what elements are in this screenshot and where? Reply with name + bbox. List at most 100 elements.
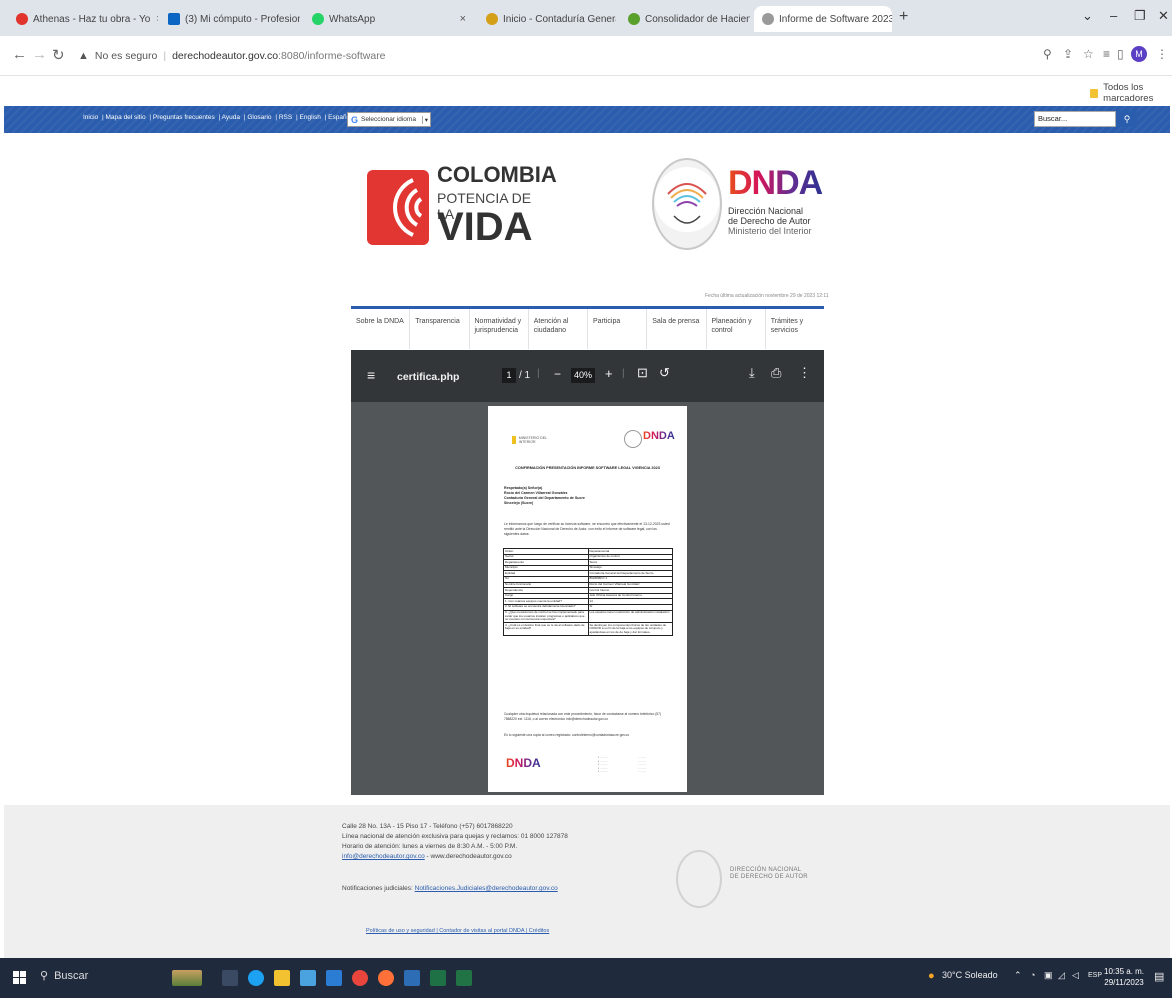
- excel-icon[interactable]: [456, 970, 472, 986]
- footer-notif-email[interactable]: Notificaciones.Judiciales@derechodeautor…: [415, 885, 558, 892]
- task-view-icon[interactable]: [222, 970, 238, 986]
- gov-link[interactable]: Glosario: [247, 114, 271, 121]
- zoom-icon[interactable]: ⚲: [1043, 47, 1052, 61]
- reading-list-icon[interactable]: ≡: [1103, 47, 1110, 61]
- back-arrow-icon[interactable]: ←: [12, 46, 27, 63]
- warning-icon[interactable]: ▲: [78, 50, 89, 62]
- close-window-button[interactable]: ✕: [1158, 8, 1169, 24]
- minimize-button[interactable]: –: [1110, 8, 1117, 23]
- store-icon[interactable]: [300, 970, 316, 986]
- notifications-icon[interactable]: ▤: [1154, 970, 1164, 983]
- new-tab-button[interactable]: +: [899, 8, 908, 26]
- weather-text[interactable]: 30°C Soleado: [942, 970, 998, 980]
- language-select[interactable]: G Seleccionar idioma ▾: [347, 112, 431, 127]
- browser-tab[interactable]: Consolidador de Hacienda e Inf ×: [620, 6, 750, 32]
- download-icon[interactable]: ⤓: [749, 365, 755, 381]
- pdf-file-name: certifica.php: [397, 371, 460, 383]
- fit-page-icon[interactable]: ⊡: [637, 365, 648, 381]
- print-icon[interactable]: ⎙: [771, 365, 781, 381]
- system-clock[interactable]: 10:35 a. m. 29/11/2023: [1104, 966, 1144, 988]
- security-label[interactable]: No es seguro: [95, 50, 157, 62]
- volume-icon[interactable]: ◁: [1072, 970, 1079, 981]
- zoom-level-input[interactable]: 40%: [571, 368, 595, 383]
- nav-item[interactable]: Planeación y control: [707, 309, 766, 349]
- gov-link[interactable]: Inicio: [83, 114, 98, 121]
- sidepanel-icon[interactable]: ▯: [1117, 47, 1124, 61]
- gov-link[interactable]: Mapa del sitio: [106, 114, 146, 121]
- menu-kebab-icon[interactable]: ⋮: [1156, 47, 1168, 61]
- chrome-icon[interactable]: [352, 970, 368, 986]
- news-widget-icon[interactable]: [172, 970, 202, 986]
- gov-link[interactable]: Ayuda: [222, 114, 240, 121]
- footer-hours: Horario de atención: lunes a viernes de …: [342, 843, 518, 850]
- reload-icon[interactable]: ↻: [52, 46, 65, 64]
- search-input[interactable]: Buscar...: [1034, 111, 1116, 127]
- gov-link[interactable]: RSS: [279, 114, 292, 121]
- browser-tab[interactable]: (3) Mi cómputo - Profesional En ×: [160, 6, 300, 32]
- close-icon[interactable]: ×: [454, 13, 466, 25]
- nav-item[interactable]: Atención al ciudadano: [529, 309, 588, 349]
- nav-item[interactable]: Trámites y servicios: [766, 309, 824, 349]
- nav-item[interactable]: Sobre la DNDA: [351, 309, 411, 349]
- zoom-in-button[interactable]: +: [605, 366, 613, 381]
- tab-favicon-icon: [762, 13, 774, 25]
- nav-item[interactable]: Participa: [588, 309, 648, 349]
- weather-icon[interactable]: ●: [928, 970, 935, 982]
- tab-favicon-icon: [628, 13, 640, 25]
- bookmark-folder[interactable]: Todos los marcadores: [1090, 82, 1172, 104]
- colombia-potencia-logo[interactable]: COLOMBIA POTENCIA DE LA VIDA: [367, 162, 557, 262]
- spreadsheet-app-icon[interactable]: [430, 970, 446, 986]
- restore-button[interactable]: ❐: [1134, 8, 1146, 24]
- dnda-logo[interactable]: DNDA Dirección Nacional de Derecho de Au…: [652, 158, 832, 258]
- pdf-contact-note: Cualquier otra inquietud relacionada con…: [504, 712, 662, 721]
- file-explorer-icon[interactable]: [274, 970, 290, 986]
- browser-tab[interactable]: WhatsApp ×: [304, 6, 474, 32]
- rotate-icon[interactable]: ↺: [659, 365, 670, 381]
- web-page: Inicio | Mapa del sitio | Preguntas frec…: [0, 102, 1172, 958]
- page-number-input[interactable]: 1: [502, 368, 516, 383]
- nav-item[interactable]: Normatividad y jurisprudencia: [470, 309, 529, 349]
- edge-icon[interactable]: [248, 970, 264, 986]
- gov-link[interactable]: Preguntas frecuentes: [153, 114, 215, 121]
- tab-title: Consolidador de Hacienda e Inf: [645, 13, 750, 25]
- footer-seal-line: DIRECCIÓN NACIONAL: [730, 867, 802, 873]
- browser-tab-active[interactable]: Informe de Software 2023 - Dir ×: [754, 6, 892, 32]
- tray-app-icon[interactable]: ◔: [1030, 970, 1035, 980]
- footer-dnda-text: DIRECCIÓN NACIONAL DE DERECHO DE AUTOR: [730, 867, 808, 881]
- language-indicator[interactable]: ESP: [1088, 972, 1102, 979]
- forward-arrow-icon[interactable]: →: [32, 46, 47, 63]
- more-options-icon[interactable]: ⋮: [798, 365, 811, 381]
- close-icon[interactable]: ×: [150, 13, 158, 25]
- dnda-subtitle-line: Ministerio del Interior: [728, 226, 812, 236]
- zoom-out-button[interactable]: −: [554, 367, 561, 381]
- share-icon[interactable]: ⇪: [1063, 47, 1073, 61]
- footer-policies-links[interactable]: Políticas de uso y seguridad | Contador …: [366, 928, 549, 934]
- firefox-icon[interactable]: [378, 970, 394, 986]
- app-icon[interactable]: [404, 970, 420, 986]
- table-cell-label: 3. ¿Qué mecanismos de control se han imp…: [503, 609, 589, 624]
- network-icon[interactable]: ◿: [1058, 970, 1065, 981]
- avatar[interactable]: M: [1131, 46, 1147, 62]
- browser-tab[interactable]: Athenas - Haz tu obra - Yo ×: [8, 6, 158, 32]
- footer-email-link[interactable]: info@derechodeautor.gov.co: [342, 853, 425, 860]
- nav-item[interactable]: Sala de prensa: [647, 309, 707, 349]
- last-update-text: Fecha última actualización noviembre 29 …: [705, 293, 829, 299]
- hamburger-menu-icon[interactable]: ≡: [367, 367, 375, 383]
- tray-app-icon[interactable]: ▣: [1044, 970, 1053, 981]
- tab-search-icon[interactable]: ⌄: [1082, 8, 1093, 24]
- mail-icon[interactable]: [326, 970, 342, 986]
- windows-start-icon[interactable]: [13, 971, 26, 984]
- browser-tab[interactable]: Inicio - Contaduría General de ×: [478, 6, 616, 32]
- taskbar-search[interactable]: ⚲ Buscar: [40, 969, 88, 983]
- url-field[interactable]: ▲ No es seguro | derechodeautor.gov.co :…: [78, 45, 386, 67]
- folder-icon: [1090, 88, 1099, 98]
- bookmark-star-icon[interactable]: ☆: [1083, 47, 1094, 61]
- nav-item[interactable]: Transparencia: [410, 309, 470, 349]
- gov-link[interactable]: English: [300, 114, 321, 121]
- search-button[interactable]: ⚲: [1117, 111, 1137, 127]
- dnda-wordmark-text: DNDA: [728, 164, 823, 202]
- footer-website[interactable]: www.derechodeautor.gov.co: [431, 853, 512, 860]
- dnda-subtitle: Dirección Nacional de Derecho de Autor M…: [728, 206, 812, 236]
- tray-chevron-icon[interactable]: ⌃: [1014, 970, 1022, 981]
- pdf-header-logo: DNDA: [643, 430, 675, 442]
